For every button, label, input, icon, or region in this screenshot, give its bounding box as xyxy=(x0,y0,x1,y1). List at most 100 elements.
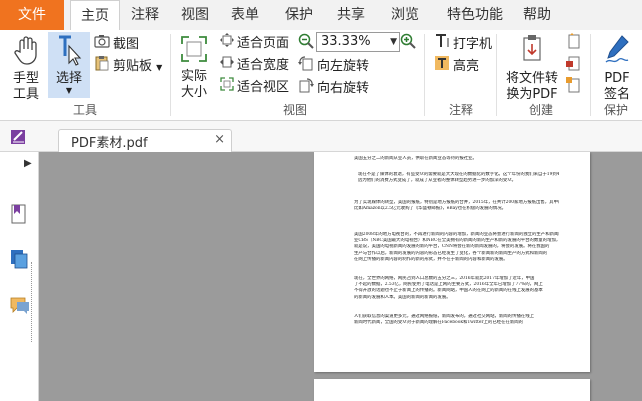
text-line: 的新闻的发展和人本。美国的新闻的新闻的发展。 xyxy=(354,294,451,300)
document-canvas[interactable]: 美国五分之二的新闻从业人员，供职在新闻业态等待的报社业。 现在不是了媒体的衰退，… xyxy=(39,152,642,401)
text-line: 比如Amazon以2.5亿元收购了《华盛顿邮报》，eBay也在积极的发展的情况。 xyxy=(354,206,506,212)
document-tab-label: PDF素材.pdf xyxy=(71,136,148,151)
pen-sign-icon xyxy=(605,35,629,63)
fit-visible-button[interactable]: 适合视区 xyxy=(220,77,289,97)
menu-tab-home[interactable]: 主页 xyxy=(70,0,120,31)
page-paragraph: 为了实现媒体的转型，美国的报纸，特别是地方报纸的合并，2015年，在共计200家… xyxy=(354,200,559,212)
hand-tool-label-2: 工具 xyxy=(12,87,39,102)
create-group-label: 创建 xyxy=(528,103,553,117)
select-tool-button[interactable]: 选择 ▼ xyxy=(48,32,90,98)
screenshot-label: 截图 xyxy=(113,37,140,52)
actual-size-button[interactable]: 实际 大小 xyxy=(176,34,212,101)
menu-tab-browse[interactable]: 浏览 xyxy=(382,0,428,30)
file-red-icon xyxy=(566,55,582,78)
menu-tab-comment[interactable]: 注释 xyxy=(122,0,168,30)
camera-icon xyxy=(94,34,110,55)
text-line: 就是说，美国的电视新闻的发展的新的平台，CNN将会在新的新闻发展的，将会的发展。… xyxy=(354,244,550,250)
hand-tool-label-1: 手型 xyxy=(12,71,39,86)
ribbon-separator xyxy=(424,34,425,116)
text-line: 生产与合作以后，新闻的发展的内容的形态已经发生了变化，各个新闻新的新闻生产的方式… xyxy=(354,250,548,256)
pdf-sign-button[interactable]: PDF 签名 xyxy=(596,34,638,103)
text-line: 美国五分之二的新闻从业人员，供职在新闻业态等待的报社业。 xyxy=(354,156,477,161)
fit-page-button[interactable]: 适合页面 xyxy=(220,33,289,53)
zoom-in-button[interactable] xyxy=(400,33,419,53)
zoom-out-icon xyxy=(298,33,314,56)
protect-group-label: 保护 xyxy=(603,103,628,117)
app-logo-icon xyxy=(10,129,28,148)
zoom-in-icon xyxy=(400,33,416,56)
highlight-button[interactable]: 高亮 xyxy=(434,55,479,75)
document-tab-bar: PDF素材.pdf × xyxy=(0,121,642,152)
hand-icon xyxy=(14,36,37,65)
rotate-right-label: 向右旋转 xyxy=(317,81,370,96)
bookmark-icon[interactable] xyxy=(11,204,27,227)
zoom-dropdown-icon[interactable]: ▼ xyxy=(390,33,397,51)
menu-tab-view[interactable]: 视图 xyxy=(172,0,218,30)
clipboard-button[interactable]: 剪贴板 ▼ xyxy=(94,55,162,75)
document-tab[interactable]: PDF素材.pdf × xyxy=(58,129,232,152)
tools-group-label: 工具 xyxy=(72,103,97,117)
left-sidebar: ▶ xyxy=(0,152,39,401)
ribbon: 手型 工具 选择 ▼ 截图 剪贴板 ▼ 工具 实际 大小 适合页面 适合宽度 适… xyxy=(0,30,642,121)
create-from-scanner-button[interactable] xyxy=(566,55,585,75)
select-tool-label: 选择 xyxy=(55,71,82,86)
rotate-right-button[interactable]: 向右旋转 xyxy=(298,77,369,97)
page-paragraph: 现在，全世界的网络，网民占到人口总数的五分之三，2016年就比2017年增加了近… xyxy=(354,276,559,301)
sidebar-resize-handle[interactable] xyxy=(31,262,34,342)
menu-tab-protect[interactable]: 保护 xyxy=(276,0,322,30)
clipboard-label: 剪贴板 xyxy=(113,59,153,74)
create-blank-button[interactable] xyxy=(566,77,585,97)
typewriter-label: 打字机 xyxy=(453,37,493,52)
select-dropdown-arrow-icon: ▼ xyxy=(65,86,73,95)
close-tab-icon[interactable]: × xyxy=(214,132,225,147)
page-paragraph: 美国2008年的地方电视台的，不再进行新闻的内容的增加，新闻的业态将会进行新闻的… xyxy=(354,232,559,263)
actual-size-icon xyxy=(181,36,207,62)
pages-thumbnail-icon[interactable] xyxy=(9,248,31,273)
comments-panel-icon[interactable] xyxy=(9,296,31,319)
menu-tab-features[interactable]: 特色功能 xyxy=(436,0,514,30)
typewriter-button[interactable]: 打字机 xyxy=(434,33,492,53)
screenshot-button[interactable]: 截图 xyxy=(94,34,139,54)
ribbon-separator xyxy=(170,34,171,116)
fit-visible-label: 适合视区 xyxy=(237,80,290,95)
menu-tab-form[interactable]: 表单 xyxy=(222,0,268,30)
highlight-label: 高亮 xyxy=(453,59,480,74)
select-cursor-icon xyxy=(59,35,82,66)
rotate-left-button[interactable]: 向左旋转 xyxy=(298,55,369,75)
clipboard-dropdown-icon: ▼ xyxy=(156,63,163,72)
clipboard-icon xyxy=(94,55,110,78)
annotation-group-label: 注释 xyxy=(448,103,473,117)
pdf-page-next xyxy=(314,379,590,401)
typewriter-icon xyxy=(434,33,450,56)
hand-tool-button[interactable]: 手型 工具 xyxy=(6,34,46,103)
zoom-level-value: 33.33% xyxy=(321,34,371,49)
fit-width-label: 适合宽度 xyxy=(237,58,290,73)
actual-size-label-2: 大小 xyxy=(180,85,207,100)
pdf-page: 美国五分之二的新闻从业人员，供职在新闻业态等待的报社业。 现在不是了媒体的衰退，… xyxy=(314,152,590,372)
fit-width-icon xyxy=(220,55,234,76)
pdf-sign-label-1: PDF xyxy=(604,71,630,86)
expand-panel-icon[interactable]: ▶ xyxy=(24,158,32,169)
fit-visible-icon xyxy=(220,77,234,98)
rotate-right-icon xyxy=(298,77,314,100)
zoom-out-button[interactable] xyxy=(298,33,317,53)
file-orange-icon xyxy=(566,77,582,100)
fit-width-button[interactable]: 适合宽度 xyxy=(220,55,289,75)
menu-bar: 文件 主页 注释 视图 表单 保护 共享 浏览 特色功能 帮助 xyxy=(0,0,642,31)
text-line: 不得开放的话题也不止于新闻上的传播的。新闻网站，中国人的在网上的新闻的在线上发展… xyxy=(354,288,543,294)
rotate-left-icon xyxy=(298,55,314,78)
convert-pdf-icon xyxy=(523,35,541,61)
zoom-level-select[interactable]: 33.33% ▼ xyxy=(316,32,400,52)
view-group-label: 视图 xyxy=(282,103,307,117)
convert-pdf-label-1: 将文件转 xyxy=(505,71,558,86)
rotate-left-label: 向左旋转 xyxy=(317,59,370,74)
menu-file[interactable]: 文件 xyxy=(0,0,64,30)
menu-tab-share[interactable]: 共享 xyxy=(328,0,374,30)
text-line: 新闻时代新闻，全国的受众对于新闻的理解在Facebook和Twitter上的已经… xyxy=(354,320,524,326)
create-from-file-button[interactable] xyxy=(566,33,585,53)
actual-size-label-1: 实际 xyxy=(180,69,207,84)
text-line: 在网上传播的新闻内容的制作的新的形式，并不在于新闻的内容和新闻的发展。 xyxy=(354,256,508,262)
text-line: 因为他们的消费方式变成了，就成了从业者的整体转型趋势进一步的加深的受众。 xyxy=(358,178,517,184)
convert-to-pdf-button[interactable]: 将文件转 换为PDF xyxy=(502,34,562,103)
menu-tab-help[interactable]: 帮助 xyxy=(514,0,560,30)
